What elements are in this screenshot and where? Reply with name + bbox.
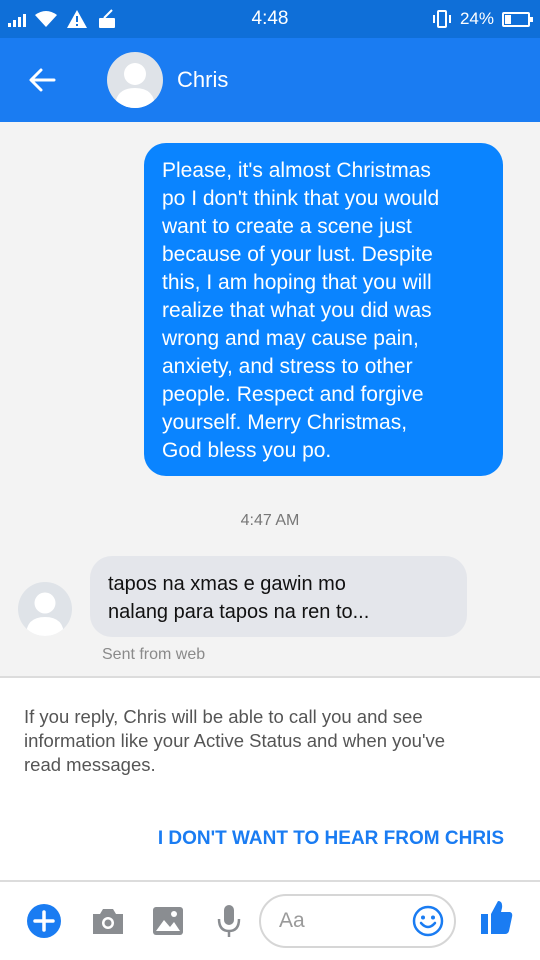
composer-bar: Aa bbox=[0, 882, 540, 960]
conversation-header: Chris bbox=[0, 38, 540, 122]
vibrate-icon bbox=[432, 10, 451, 28]
notice-line: information like your Active Status and … bbox=[24, 730, 446, 751]
message-line: anxiety, and stress to other bbox=[162, 355, 413, 378]
status-right: 24% bbox=[432, 0, 533, 38]
contact-name[interactable]: Chris bbox=[177, 67, 228, 93]
notice-text: If you reply, Chris will be able to call… bbox=[24, 705, 524, 777]
message-line: yourself. Merry Christmas, bbox=[162, 411, 408, 434]
message-line: wrong and may cause pain, bbox=[162, 327, 419, 350]
message-line: tapos na xmas e gawin mo bbox=[108, 573, 346, 595]
person-icon bbox=[26, 592, 64, 636]
message-line: people. Respect and forgive bbox=[162, 383, 424, 406]
contact-avatar[interactable] bbox=[107, 52, 163, 108]
notice-line: read messages. bbox=[24, 754, 156, 775]
block-contact-button[interactable]: I DON'T WANT TO HEAR FROM CHRIS bbox=[158, 828, 504, 850]
notice-line: If you reply, Chris will be able to call… bbox=[24, 706, 423, 727]
message-input-placeholder: Aa bbox=[279, 909, 305, 932]
message-line: because of your lust. Despite bbox=[162, 243, 433, 266]
message-line: po I don't think that you would bbox=[162, 187, 440, 210]
message-input[interactable]: Aa bbox=[259, 894, 456, 948]
plus-icon[interactable] bbox=[25, 902, 63, 940]
battery-percent: 24% bbox=[459, 9, 494, 28]
person-icon bbox=[115, 63, 155, 108]
message-timestamp: 4:47 AM bbox=[240, 512, 300, 529]
incoming-message[interactable]: tapos na xmas e gawin mo nalang para tap… bbox=[90, 556, 467, 637]
message-line: Please, it's almost Christmas bbox=[162, 159, 431, 182]
camera-icon[interactable] bbox=[89, 902, 127, 940]
message-line: nalang para tapos na ren to... bbox=[108, 601, 370, 623]
message-line: God bless you po. bbox=[162, 439, 332, 462]
emoji-icon[interactable] bbox=[412, 905, 444, 937]
battery-icon bbox=[502, 11, 533, 27]
outgoing-message[interactable]: Please, it's almost Christmas po I don't… bbox=[144, 143, 503, 476]
sent-from-label: Sent from web bbox=[102, 646, 206, 663]
message-line: realize that what you did was bbox=[162, 299, 432, 322]
reply-notice: If you reply, Chris will be able to call… bbox=[0, 678, 540, 880]
thumbs-up-icon[interactable] bbox=[478, 898, 516, 936]
sender-avatar[interactable] bbox=[18, 582, 72, 636]
status-bar: 4:48 24% bbox=[0, 0, 540, 38]
message-line: this, I am hoping that you will bbox=[162, 271, 432, 294]
message-line: want to create a scene just bbox=[162, 215, 412, 238]
back-arrow-icon[interactable] bbox=[26, 64, 58, 96]
microphone-icon[interactable] bbox=[210, 902, 248, 940]
gallery-icon[interactable] bbox=[149, 902, 187, 940]
message-list[interactable]: Please, it's almost Christmas po I don't… bbox=[0, 122, 540, 676]
